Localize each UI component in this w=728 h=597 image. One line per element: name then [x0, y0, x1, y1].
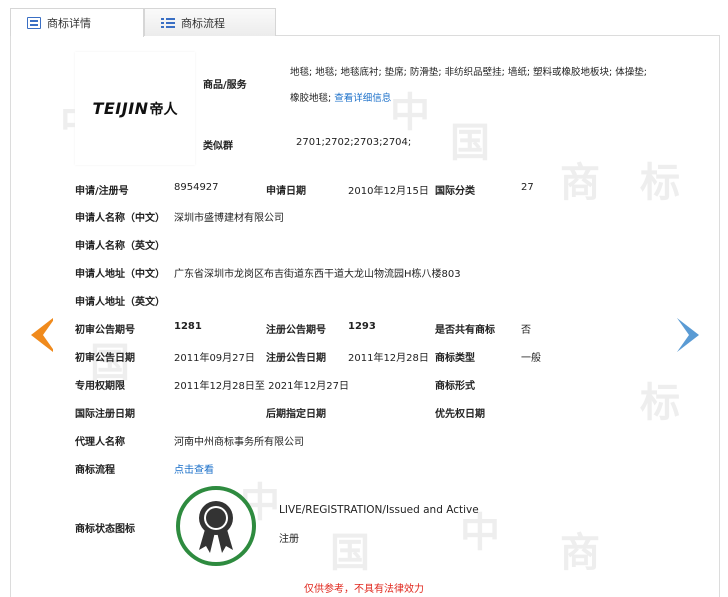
applicant-cn-label: 申请人名称（中文）	[75, 213, 165, 224]
prelim-date-value: 2011年09月27日	[174, 353, 255, 364]
address-en-label: 申请人地址（英文）	[75, 297, 165, 308]
tab-label: 商标流程	[181, 16, 225, 30]
reg-pub-date-label: 注册公告日期	[266, 353, 326, 364]
shared-label: 是否共有商标	[435, 325, 495, 336]
prelim-date-label: 初审公告日期	[75, 353, 135, 364]
applicant-cn-value: 深圳市盛博建材有限公司	[174, 213, 284, 224]
shared-value: 否	[521, 325, 531, 336]
logo-text-cn: 帝人	[149, 101, 178, 118]
applicant-en-label: 申请人名称（英文）	[75, 241, 165, 252]
document-icon	[27, 17, 41, 29]
apply-date-value: 2010年12月15日	[348, 186, 429, 197]
status-badge	[176, 486, 256, 566]
later-date-label: 后期指定日期	[266, 409, 326, 420]
agent-label: 代理人名称	[75, 437, 125, 448]
list-icon	[161, 17, 175, 29]
exclusive-value: 2011年12月28日至 2021年12月27日	[174, 381, 349, 392]
tm-form-label: 商标形式	[435, 381, 475, 392]
status-cn: 注册	[279, 534, 299, 545]
tab-trademark-process[interactable]: 商标流程	[144, 8, 276, 36]
tm-type-label: 商标类型	[435, 353, 475, 364]
goods-more-link[interactable]: 查看详细信息	[334, 93, 391, 104]
class-group-label: 类似群	[203, 141, 233, 152]
award-ribbon-icon	[199, 501, 233, 553]
apply-date-label: 申请日期	[266, 186, 306, 197]
agent-value: 河南中州商标事务所有限公司	[174, 437, 304, 448]
trademark-logo: TEIJIN 帝人	[75, 52, 195, 165]
reg-no-value: 8954927	[174, 182, 219, 193]
class-group-value: 2701;2702;2703;2704;	[296, 137, 412, 148]
tab-bar: 商标详情 商标流程	[10, 8, 720, 37]
address-cn-value: 广东省深圳市龙岗区布吉街道东西干道大龙山物流园H栋八楼803	[174, 269, 461, 280]
prelim-no-label: 初审公告期号	[75, 325, 135, 336]
tab-trademark-details[interactable]: 商标详情	[10, 8, 144, 37]
reg-pub-no-value: 1293	[348, 321, 376, 332]
status-icon-label: 商标状态图标	[75, 524, 135, 535]
goods-services: 地毯; 地毯; 地毯底衬; 垫席; 防滑垫; 非纺织品壁挂; 墙纸; 塑料或橡胶…	[290, 60, 655, 112]
reg-no-label: 申请/注册号	[75, 186, 129, 197]
status-en: LIVE/REGISTRATION/Issued and Active	[279, 504, 479, 516]
tm-type-value: 一般	[521, 353, 541, 364]
priority-date-label: 优先权日期	[435, 409, 485, 420]
goods-label: 商品/服务	[203, 80, 247, 91]
tab-label: 商标详情	[47, 17, 91, 30]
next-arrow-notch	[677, 318, 689, 352]
intl-reg-date-label: 国际注册日期	[75, 409, 135, 420]
reg-pub-no-label: 注册公告期号	[266, 325, 326, 336]
process-label: 商标流程	[75, 465, 115, 476]
exclusive-label: 专用权期限	[75, 381, 125, 392]
reg-pub-date-value: 2011年12月28日	[348, 353, 429, 364]
prev-arrow-notch	[43, 318, 55, 352]
intl-class-value: 27	[521, 182, 534, 193]
intl-class-label: 国际分类	[435, 186, 475, 197]
process-link[interactable]: 点击查看	[174, 461, 214, 476]
address-cn-label: 申请人地址（中文）	[75, 269, 165, 280]
logo-text-en: TEIJIN	[92, 99, 149, 118]
disclaimer: 仅供参考，不具有法律效力	[304, 584, 424, 595]
prelim-no-value: 1281	[174, 321, 202, 332]
